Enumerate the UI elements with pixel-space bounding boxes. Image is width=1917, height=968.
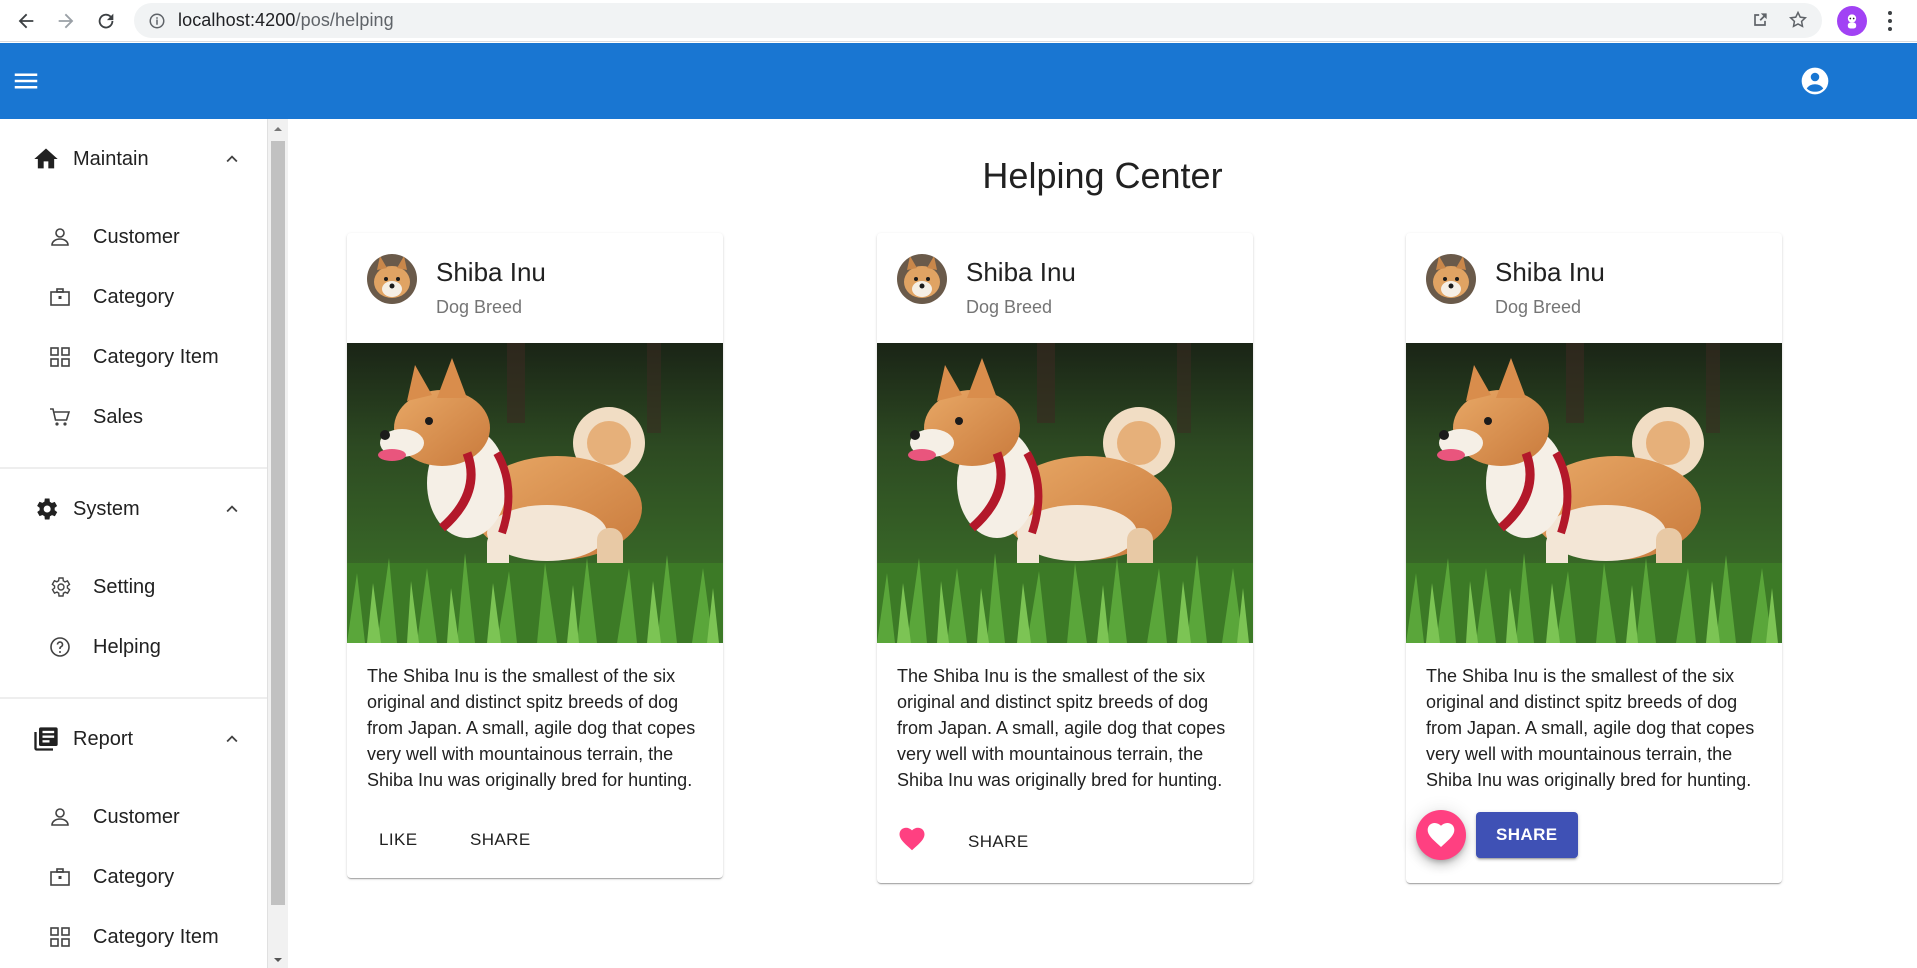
arrow-forward-icon [58,13,74,28]
share-button[interactable]: SHARE [952,824,1045,860]
sidebar-item-category[interactable]: Category [0,272,267,322]
back-button[interactable] [6,1,46,41]
scroll-up-arrow-icon[interactable] [272,123,284,135]
grid-icon [50,927,70,947]
url-host: localhost:4200 [178,10,296,30]
sidebar-item-report-category[interactable]: Category [0,852,267,902]
sidebar-item-setting[interactable]: Setting [0,562,267,612]
chevron-up-icon[interactable] [221,498,243,520]
card-subtitle: Dog Breed [1495,297,1582,317]
sidebar-item-sales[interactable]: Sales [0,392,267,442]
url-path: /pos/helping [295,10,394,30]
card-description: The Shiba Inu is the smallest of the six… [367,666,696,790]
card-image [347,343,723,643]
sidebar-section-system[interactable]: System [0,479,267,539]
like-button[interactable]: LIKE [363,822,433,858]
scroll-down-arrow-icon[interactable] [272,954,284,966]
sidebar-section-label: Maintain [73,147,149,170]
profile-avatar[interactable] [1837,6,1867,36]
url-text[interactable]: localhost:4200/pos/helping [178,10,394,31]
chevron-up-icon[interactable] [221,148,243,170]
card-shiba-inu-3: Shiba Inu Dog Breed The Shiba Inu is the… [1406,233,1782,883]
menu-button[interactable] [8,63,44,99]
sidebar-section-maintain[interactable]: Maintain [0,129,267,189]
settings-icon [37,498,58,520]
sidebar-item-label: Category [93,865,175,888]
card-shiba-inu-1: Shiba Inu Dog Breed The Shiba Inu is the… [347,233,723,878]
sidebar-item-label: Customer [93,805,180,828]
bookmark-star-icon[interactable] [1788,10,1808,30]
chevron-up-icon[interactable] [221,728,243,750]
sidebar-section-label: Report [73,727,134,750]
card-subtitle: Dog Breed [966,297,1053,317]
gear-outline-icon [51,577,71,597]
card-description: The Shiba Inu is the smallest of the six… [1426,666,1755,790]
sidebar: Maintain Customer Category Category Item… [0,119,268,968]
grid-icon [50,347,70,367]
sidebar-item-label: Category Item [93,345,219,368]
home-icon [34,148,58,169]
info-icon[interactable] [148,12,166,30]
card-shiba-inu-2: Shiba Inu Dog Breed The Shiba Inu is the… [877,233,1253,883]
app-toolbar [0,43,1917,119]
sidebar-divider [0,467,267,469]
card-title: Shiba Inu [1495,257,1605,287]
scrollbar-thumb[interactable] [271,141,285,905]
avatar [1426,254,1476,304]
share-page-icon[interactable] [1750,10,1770,30]
sidebar-item-label: Category Item [93,925,219,948]
briefcase-icon [50,288,70,306]
forward-button[interactable] [46,1,86,41]
reload-button[interactable] [86,1,126,41]
sidebar-item-label: Setting [93,575,156,598]
sidebar-item-customer[interactable]: Customer [0,212,267,262]
card-description: The Shiba Inu is the smallest of the six… [897,666,1226,790]
share-button[interactable]: SHARE [1476,812,1578,858]
arrow-back-icon [18,13,34,28]
card-subtitle: Dog Breed [436,297,523,317]
sidebar-item-report-category-item[interactable]: Category Item [0,912,267,962]
share-button[interactable]: SHARE [454,822,547,858]
sidebar-scrollbar[interactable] [268,119,288,968]
page-title: Helping Center [982,155,1223,196]
sidebar-section-label: System [73,497,140,520]
sidebar-item-label: Sales [93,405,144,428]
card-actions: SHARE [877,827,1253,884]
sidebar-item-category-item[interactable]: Category Item [0,332,267,382]
cart-icon [50,408,71,426]
card-actions: LIKE SHARE [347,828,723,884]
profile-icon [1847,14,1857,29]
sidebar-item-helping[interactable]: Helping [0,622,267,672]
person-icon [51,228,69,246]
library-books-icon [34,727,58,751]
briefcase-icon [50,868,70,886]
card-title: Shiba Inu [966,257,1076,287]
heart-icon [1427,823,1455,847]
sidebar-section-report[interactable]: Report [0,709,267,769]
sidebar-item-label: Category [93,285,175,308]
person-icon [51,808,69,826]
favorite-fab-button[interactable] [1416,810,1466,860]
card-title: Shiba Inu [436,257,546,287]
account-circle-icon [1801,67,1829,95]
browser-menu-button[interactable] [1882,9,1898,33]
avatar [367,254,417,304]
card-actions: SHARE [1406,810,1782,884]
sidebar-item-report-customer[interactable]: Customer [0,792,267,842]
heart-icon[interactable] [897,824,927,854]
browser-chrome: localhost:4200/pos/helping [0,0,1917,42]
sidebar-divider [0,697,267,699]
reload-icon [98,13,114,28]
sidebar-item-label: Helping [93,635,161,658]
avatar [897,254,947,304]
card-image [877,343,1253,643]
address-bar[interactable]: localhost:4200/pos/helping [134,3,1822,38]
card-image [1406,343,1782,643]
menu-icon [14,73,38,89]
help-circle-icon [50,637,70,657]
account-button[interactable] [1797,63,1833,99]
sidebar-item-label: Customer [93,225,180,248]
